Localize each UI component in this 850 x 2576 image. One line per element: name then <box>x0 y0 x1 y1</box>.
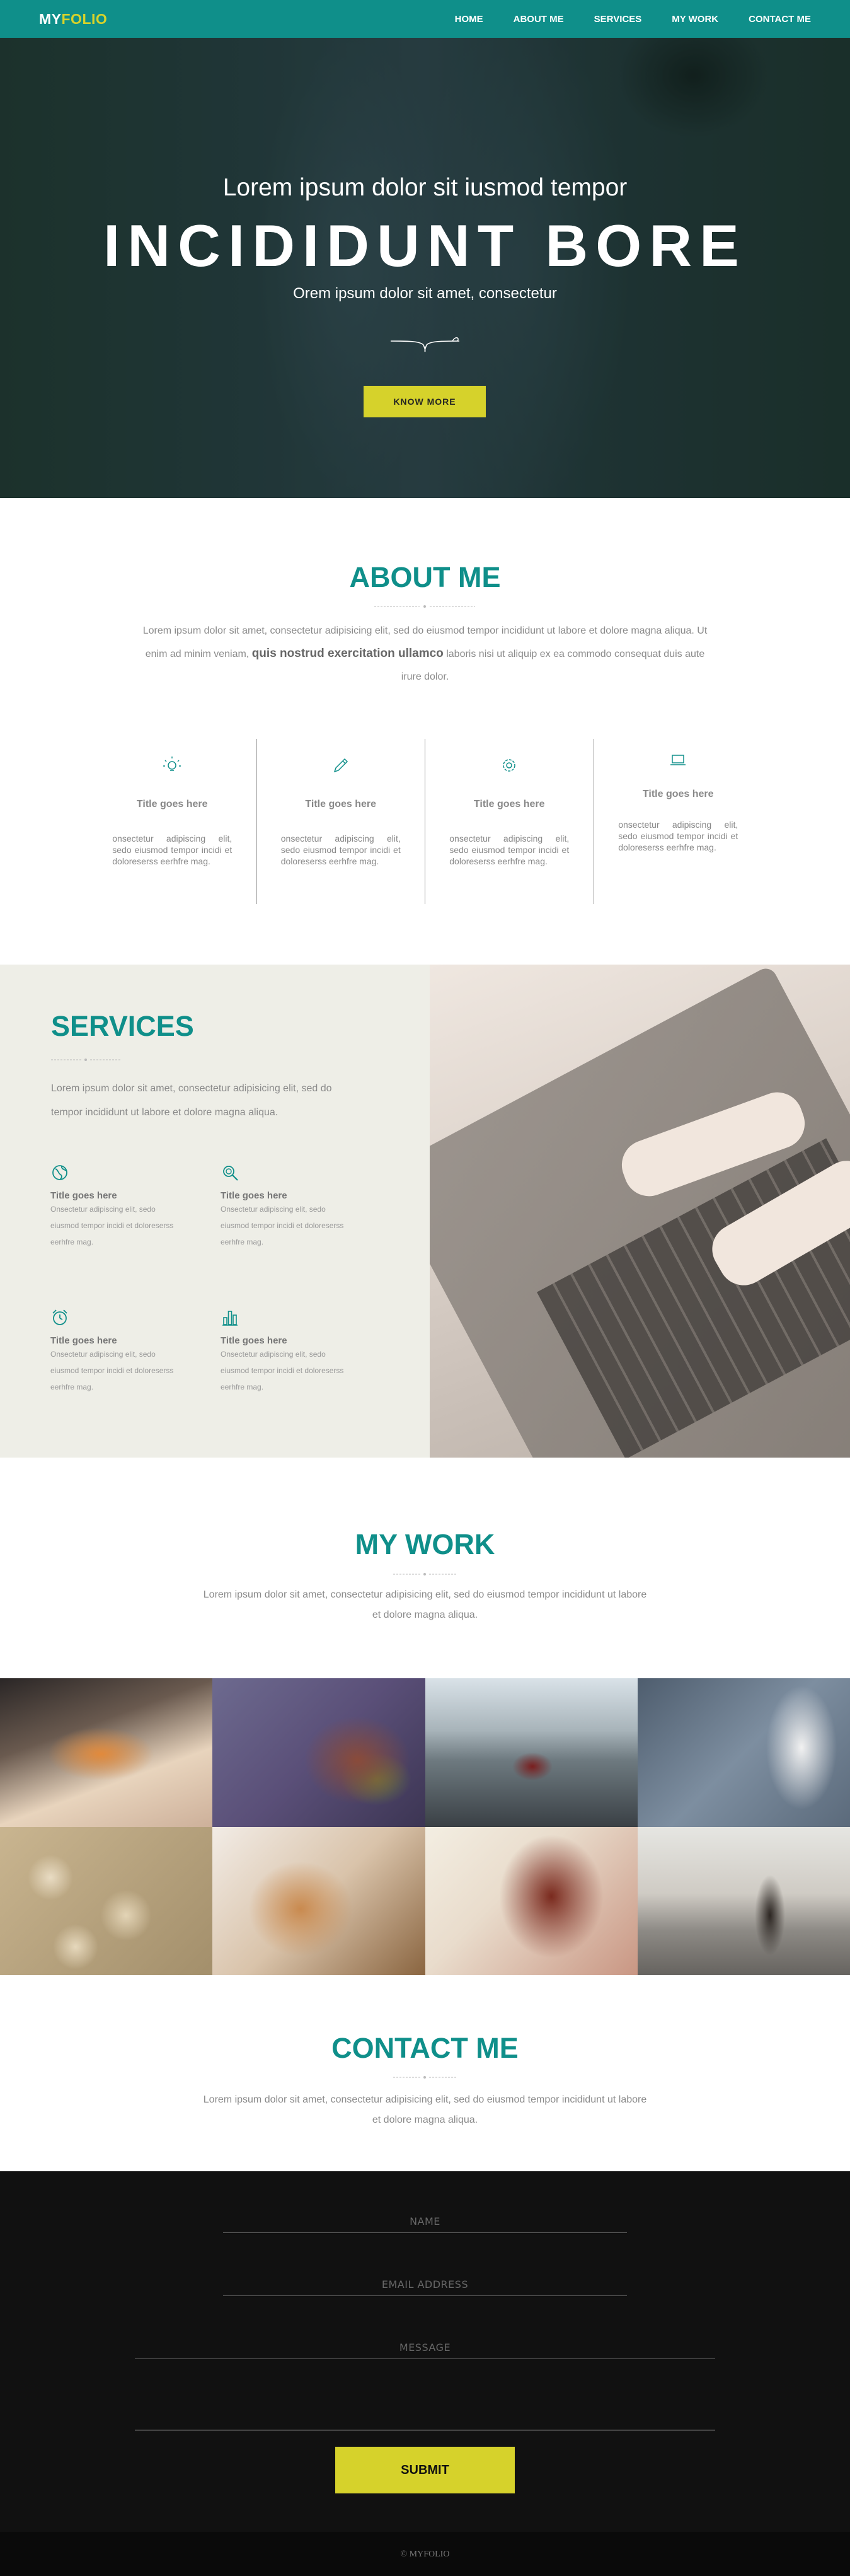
search-icon <box>223 1166 238 1181</box>
services-title: SERVICES <box>51 1010 194 1042</box>
contact-section: CONTACT ME Lorem ipsum dolor sit amet, c… <box>0 1975 850 2171</box>
know-more-button[interactable]: KNOW MORE <box>364 386 486 417</box>
feature-title: Title goes here <box>473 799 545 809</box>
logo-folio: FOLIO <box>61 10 108 27</box>
main-menu: HOME ABOUT ME SERVICES MY WORK CONTACT M… <box>455 14 811 25</box>
feature-title: Title goes here <box>136 799 208 809</box>
street-walker-photo[interactable] <box>637 1827 850 1975</box>
service-item: Title goes here Onsectetur adipiscing el… <box>50 1308 176 1395</box>
service-item: Title goes here Onsectetur adipiscing el… <box>221 1163 347 1250</box>
puppy-photo[interactable] <box>212 1827 425 1975</box>
services-section: SERVICES Lorem ipsum dolor sit amet, con… <box>0 965 850 1458</box>
feature-item: Title goes here onsectetur adipiscing el… <box>257 739 425 904</box>
contact-title: CONTACT ME <box>331 2032 519 2064</box>
service-item: Title goes here Onsectetur adipiscing el… <box>221 1308 347 1395</box>
service-title: Title goes here <box>50 1190 117 1201</box>
hero-section: Lorem ipsum dolor sit iusmod tempor INCI… <box>0 0 850 498</box>
service-title: Title goes here <box>50 1335 117 1346</box>
ornament-divider-icon <box>390 337 460 352</box>
feature-text: onsectetur adipiscing elit, sedo eiusmod… <box>618 820 738 852</box>
nav-item-services[interactable]: SERVICES <box>594 14 642 25</box>
service-title: Title goes here <box>221 1335 287 1346</box>
service-text: Onsectetur adipiscing elit, sedo eiusmod… <box>50 1350 174 1391</box>
bar-chart-icon <box>222 1311 238 1326</box>
contact-form: SUBMIT <box>0 2171 850 2532</box>
section-divider-icon <box>374 605 475 608</box>
about-text-bold: quis nostrud exercitation ullamco <box>251 647 444 660</box>
pencil-icon <box>333 758 348 773</box>
submit-button[interactable]: SUBMIT <box>335 2447 515 2493</box>
service-item: Title goes here Onsectetur adipiscing el… <box>50 1163 176 1250</box>
feature-text: onsectetur adipiscing elit, sedo eiusmod… <box>449 833 570 866</box>
feature-item: Title goes here onsectetur adipiscing el… <box>594 739 762 904</box>
nav-item-contact[interactable]: CONTACT ME <box>749 14 811 25</box>
gear-icon <box>503 759 515 772</box>
autumn-leaf-photo[interactable] <box>212 1678 425 1827</box>
service-title: Title goes here <box>221 1190 287 1201</box>
portfolio-gallery <box>0 1678 850 1975</box>
feature-title: Title goes here <box>642 789 714 799</box>
laptop-icon <box>670 755 686 765</box>
work-text: Lorem ipsum dolor sit amet, consectetur … <box>203 1589 647 1620</box>
car-on-road-photo[interactable] <box>425 1678 638 1827</box>
swan-photo[interactable] <box>637 1678 850 1827</box>
about-title: ABOUT ME <box>349 561 501 593</box>
feature-list: Title goes here onsectetur adipiscing el… <box>88 739 762 904</box>
email-field[interactable] <box>223 2273 627 2296</box>
laptop-typing-photo <box>430 965 850 1458</box>
banana-slices-photo[interactable] <box>0 1827 213 1975</box>
feature-text: onsectetur adipiscing elit, sedo eiusmod… <box>112 833 233 866</box>
work-title: MY WORK <box>355 1528 495 1560</box>
services-text: Lorem ipsum dolor sit amet, consectetur … <box>51 1083 332 1118</box>
section-divider-icon <box>393 2076 456 2079</box>
alarm-clock-icon <box>52 1309 67 1325</box>
about-text: Lorem ipsum dolor sit amet, consectetur … <box>139 620 711 688</box>
nav-item-about[interactable]: ABOUT ME <box>514 14 564 25</box>
logo-my: MY <box>39 10 62 27</box>
about-text-part2: laboris nisi ut aliquip ex ea commodo co… <box>401 649 705 682</box>
top-navbar: MYFOLIO HOME ABOUT ME SERVICES MY WORK C… <box>0 0 850 38</box>
hero-title: INCIDIDUNT BORE <box>103 212 747 279</box>
site-footer: © MYFOLIO <box>0 2532 850 2576</box>
service-text: Onsectetur adipiscing elit, sedo eiusmod… <box>221 1350 344 1391</box>
service-text: Onsectetur adipiscing elit, sedo eiusmod… <box>50 1205 174 1246</box>
site-logo[interactable]: MYFOLIO <box>39 11 107 28</box>
about-section: ABOUT ME Lorem ipsum dolor sit amet, con… <box>0 498 850 965</box>
feature-title: Title goes here <box>305 799 377 809</box>
lightbulb-icon <box>163 757 181 771</box>
hero-subtitle: Lorem ipsum dolor sit iusmod tempor <box>222 174 628 201</box>
message-field[interactable] <box>135 2336 715 2359</box>
section-divider-icon <box>393 1573 456 1575</box>
globe-icon <box>52 1165 67 1180</box>
red-hair-photo[interactable] <box>425 1827 638 1975</box>
contact-text: Lorem ipsum dolor sit amet, consectetur … <box>203 2094 647 2125</box>
name-field[interactable] <box>223 2210 627 2233</box>
nav-item-home[interactable]: HOME <box>455 14 483 25</box>
sunglasses-photo[interactable] <box>0 1678 213 1827</box>
work-section: MY WORK Lorem ipsum dolor sit amet, cons… <box>0 1458 850 1678</box>
hero-tagline: Orem ipsum dolor sit amet, consectetur <box>293 285 557 302</box>
feature-item: Title goes here onsectetur adipiscing el… <box>88 739 257 904</box>
section-divider-icon <box>51 1059 120 1061</box>
feature-item: Title goes here onsectetur adipiscing el… <box>425 739 594 904</box>
copyright-text: © MYFOLIO <box>400 2550 450 2559</box>
nav-item-work[interactable]: MY WORK <box>672 14 718 25</box>
feature-text: onsectetur adipiscing elit, sedo eiusmod… <box>280 833 401 866</box>
service-text: Onsectetur adipiscing elit, sedo eiusmod… <box>221 1205 344 1246</box>
